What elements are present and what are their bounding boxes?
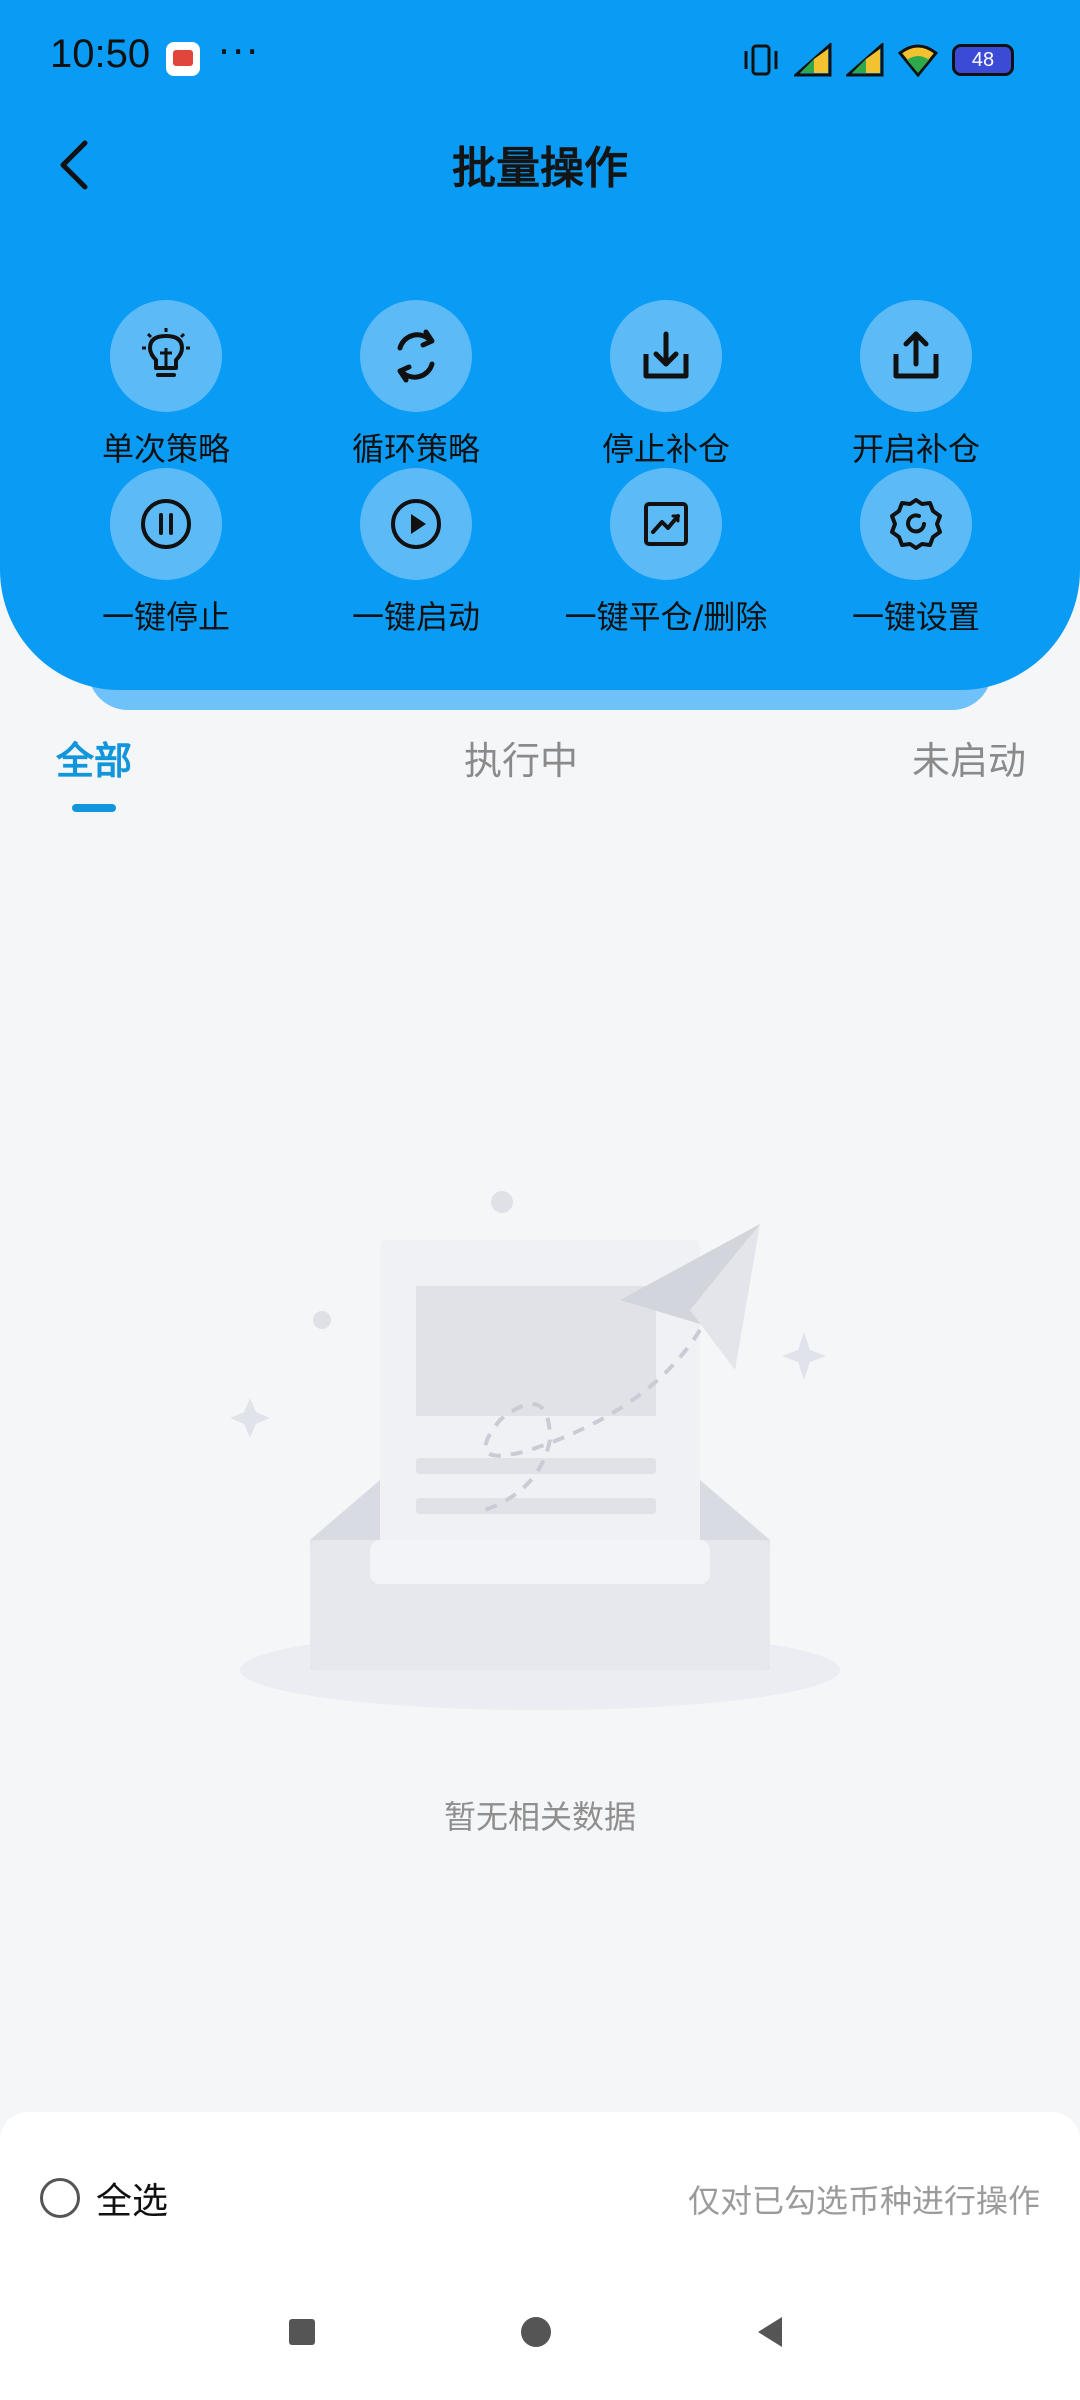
navigation-bar: 批量操作 [0,120,1080,210]
action-label: 单次策略 [101,430,230,468]
status-bar: 10:50 ··· 48 [0,0,1080,120]
action-icon-circle [860,468,972,580]
triangle-back-icon [758,2317,782,2347]
action-label: 开启补仓 [851,430,980,468]
empty-state-illustration [230,1191,840,1710]
action-icon-circle [610,300,722,412]
status-icons: 48 [742,40,1014,80]
action-label: 一键平仓/删除 [564,598,768,636]
action-icon-circle [360,468,472,580]
action-label: 一键启动 [351,598,480,636]
signal-icon [846,43,884,77]
system-back-button[interactable] [740,2302,800,2362]
pause-circle-icon [141,499,191,549]
tab-not-started[interactable]: 未启动 [912,730,1026,785]
action-close-delete-all[interactable]: 一键平仓/删除 [546,468,786,638]
action-stop-all[interactable]: 一键停止 [46,468,286,638]
tab-all[interactable]: 全部 [56,730,132,785]
lightbulb-icon [142,328,190,377]
download-tray-icon [643,331,689,379]
circle-icon [521,2317,551,2347]
select-all-radio[interactable] [40,2178,80,2218]
filter-tabs: 全部 执行中 未启动 [0,730,1080,830]
action-settings-all[interactable]: 一键设置 [796,468,1036,638]
home-button[interactable] [506,2302,566,2362]
action-start-add-position[interactable]: 开启补仓 [796,300,1036,470]
vibrate-icon [744,44,778,76]
action-label: 停止补仓 [601,430,730,468]
action-start-all[interactable]: 一键启动 [296,468,536,638]
tab-running[interactable]: 执行中 [464,730,578,785]
upload-share-icon [893,331,939,379]
signal-icon [794,43,832,77]
action-stop-add-position[interactable]: 停止补仓 [546,300,786,470]
action-label: 循环策略 [351,430,480,468]
refresh-cycle-icon [397,329,435,383]
empty-state-message: 暂无相关数据 [443,1798,636,1836]
action-icon-circle [360,300,472,412]
select-all-toggle[interactable]: 全选 [40,2172,168,2224]
action-icon-circle [110,468,222,580]
more-notifications-indicator: ··· [218,30,261,74]
tab-active-indicator [72,804,116,812]
page-title: 批量操作 [452,143,628,194]
notification-app-icon [166,42,200,76]
selection-hint: 仅对已勾选币种进行操作 [687,2182,1040,2220]
select-all-label: 全选 [96,2181,169,2222]
action-label: 一键设置 [851,598,980,636]
action-loop-strategy[interactable]: 循环策略 [296,300,536,470]
action-single-strategy[interactable]: 单次策略 [46,300,286,470]
battery-level: 48 [971,48,995,71]
action-label: 一键停止 [101,598,230,636]
chart-trend-icon [644,502,688,546]
square-icon [289,2319,315,2345]
gear-icon [890,498,942,550]
action-icon-circle [610,468,722,580]
bottom-action-bar: 全选 仅对已勾选币种进行操作 [0,2112,1080,2400]
play-circle-icon [391,499,441,549]
recent-apps-button[interactable] [272,2302,332,2362]
header-panel: 10:50 ··· 48 批量操作 单次策略 循环策略 停止补仓 开启补仓 一键… [0,0,1080,690]
system-navigation-bar [0,2302,1080,2372]
wifi-icon [898,44,938,77]
status-time: 10:50 [50,32,151,76]
battery-icon: 48 [952,44,1014,76]
action-icon-circle [860,300,972,412]
action-icon-circle [110,300,222,412]
